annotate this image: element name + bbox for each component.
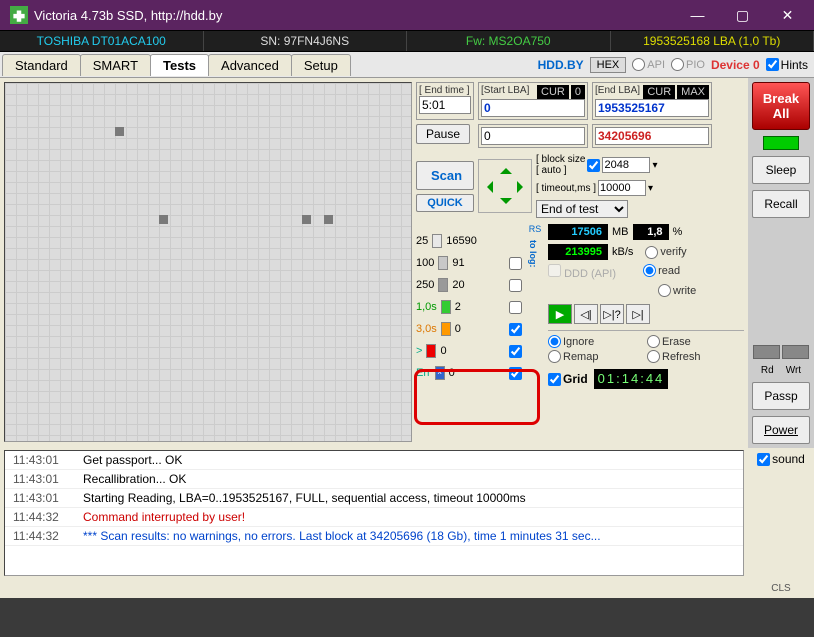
end-action-select[interactable]: End of test <box>536 200 628 218</box>
tab-standard[interactable]: Standard <box>2 54 81 76</box>
rd-led <box>753 345 780 359</box>
minimize-button[interactable]: — <box>675 0 720 30</box>
end-time-field[interactable] <box>419 96 471 114</box>
app-icon <box>10 6 28 24</box>
hints-checkbox[interactable]: Hints <box>766 58 808 72</box>
scan-button[interactable]: Scan <box>416 161 474 190</box>
log-row: 11:43:01Starting Reading, LBA=0..1953525… <box>5 489 743 508</box>
chk-250[interactable] <box>509 279 522 292</box>
main-tabbar: Standard SMART Tests Advanced Setup HDD.… <box>0 52 814 78</box>
quick-button[interactable]: QUICK <box>416 194 474 212</box>
device-info-bar: TOSHIBA DT01ACA100 SN: 97FN4J6NS Fw: MS2… <box>0 30 814 52</box>
chk-err[interactable] <box>509 367 522 380</box>
log-area[interactable]: 11:43:01Get passport... OK11:43:01Recall… <box>4 450 744 576</box>
tab-tests[interactable]: Tests <box>150 54 209 76</box>
pio-radio[interactable]: PIO <box>671 58 705 71</box>
chk-100[interactable] <box>509 257 522 270</box>
read-radio[interactable]: read <box>643 264 680 277</box>
verify-radio[interactable]: verify <box>645 246 686 259</box>
remap-radio[interactable]: Remap <box>548 350 645 363</box>
hddby-label: HDD.BY <box>538 58 584 72</box>
timer: 01:14:44 <box>594 369 669 389</box>
device-sn: SN: 97FN4J6NS <box>204 31 408 51</box>
device-fw: Fw: MS2OA750 <box>407 31 611 51</box>
close-button[interactable]: ✕ <box>765 0 810 30</box>
side-panel: Break All Sleep Recall RdWrt Passp Power <box>748 78 814 448</box>
power-button[interactable]: Power <box>752 416 810 444</box>
percent-done: 1,8 <box>633 224 669 240</box>
log-row: 11:43:01Get passport... OK <box>5 451 743 470</box>
pause-button[interactable]: Pause <box>416 124 470 144</box>
title-bar: Victoria 4.73b SSD, http://hdd.by — ▢ ✕ <box>0 0 814 30</box>
test-params: [ End time ] [Start LBA]CUR0 [End LBA]CU… <box>412 78 748 448</box>
log-row: 11:44:32Command interrupted by user! <box>5 508 743 527</box>
blocksize-field[interactable] <box>602 157 650 173</box>
position-field-1[interactable] <box>481 127 585 145</box>
log-row: 11:44:32*** Scan results: no warnings, n… <box>5 527 743 546</box>
write-radio[interactable]: write <box>658 284 696 297</box>
surface-map <box>4 82 412 442</box>
chk-1s[interactable] <box>509 301 522 314</box>
chk-3s[interactable] <box>509 323 522 336</box>
break-all-button[interactable]: Break All <box>752 82 810 130</box>
device-model: TOSHIBA DT01ACA100 <box>0 31 204 51</box>
cls-button[interactable]: CLS <box>771 583 790 594</box>
play-button[interactable]: ▶ <box>548 304 572 324</box>
refresh-radio[interactable]: Refresh <box>647 350 744 363</box>
mb-done: 17506 <box>548 224 608 240</box>
position-field-2[interactable] <box>595 127 709 145</box>
api-radio[interactable]: API <box>632 58 665 71</box>
end-lba-field[interactable] <box>595 99 709 117</box>
chk-gt[interactable] <box>509 345 522 358</box>
sound-checkbox[interactable]: sound <box>757 452 805 466</box>
rewind-button[interactable]: ◁| <box>574 304 598 324</box>
timeout-field[interactable] <box>598 180 646 196</box>
speed: 213995 <box>548 244 608 260</box>
tab-smart[interactable]: SMART <box>80 54 151 76</box>
start-lba-field[interactable] <box>481 99 585 117</box>
tab-setup[interactable]: Setup <box>291 54 351 76</box>
ignore-radio[interactable]: Ignore <box>548 335 645 348</box>
erase-radio[interactable]: Erase <box>647 335 744 348</box>
grid-checkbox[interactable]: Grid <box>548 372 588 386</box>
hex-button[interactable]: HEX <box>590 57 627 73</box>
status-led <box>763 136 799 150</box>
passp-button[interactable]: Passp <box>752 382 810 410</box>
device-lba: 1953525168 LBA (1,0 Tb) <box>611 31 814 51</box>
maximize-button[interactable]: ▢ <box>720 0 765 30</box>
sleep-button[interactable]: Sleep <box>752 156 810 184</box>
device-index: Device 0 <box>711 58 760 72</box>
step-back-button[interactable]: ▷|? <box>600 304 624 324</box>
log-row: 11:43:01Recallibration... OK <box>5 470 743 489</box>
wrt-led <box>782 345 809 359</box>
nav-arrows[interactable] <box>478 159 532 213</box>
blocksize-auto-checkbox[interactable] <box>587 159 600 172</box>
tab-advanced[interactable]: Advanced <box>208 54 292 76</box>
log-side: sound CLS <box>748 448 814 598</box>
recall-button[interactable]: Recall <box>752 190 810 218</box>
step-fwd-button[interactable]: ▷| <box>626 304 650 324</box>
window-title: Victoria 4.73b SSD, http://hdd.by <box>34 8 675 23</box>
